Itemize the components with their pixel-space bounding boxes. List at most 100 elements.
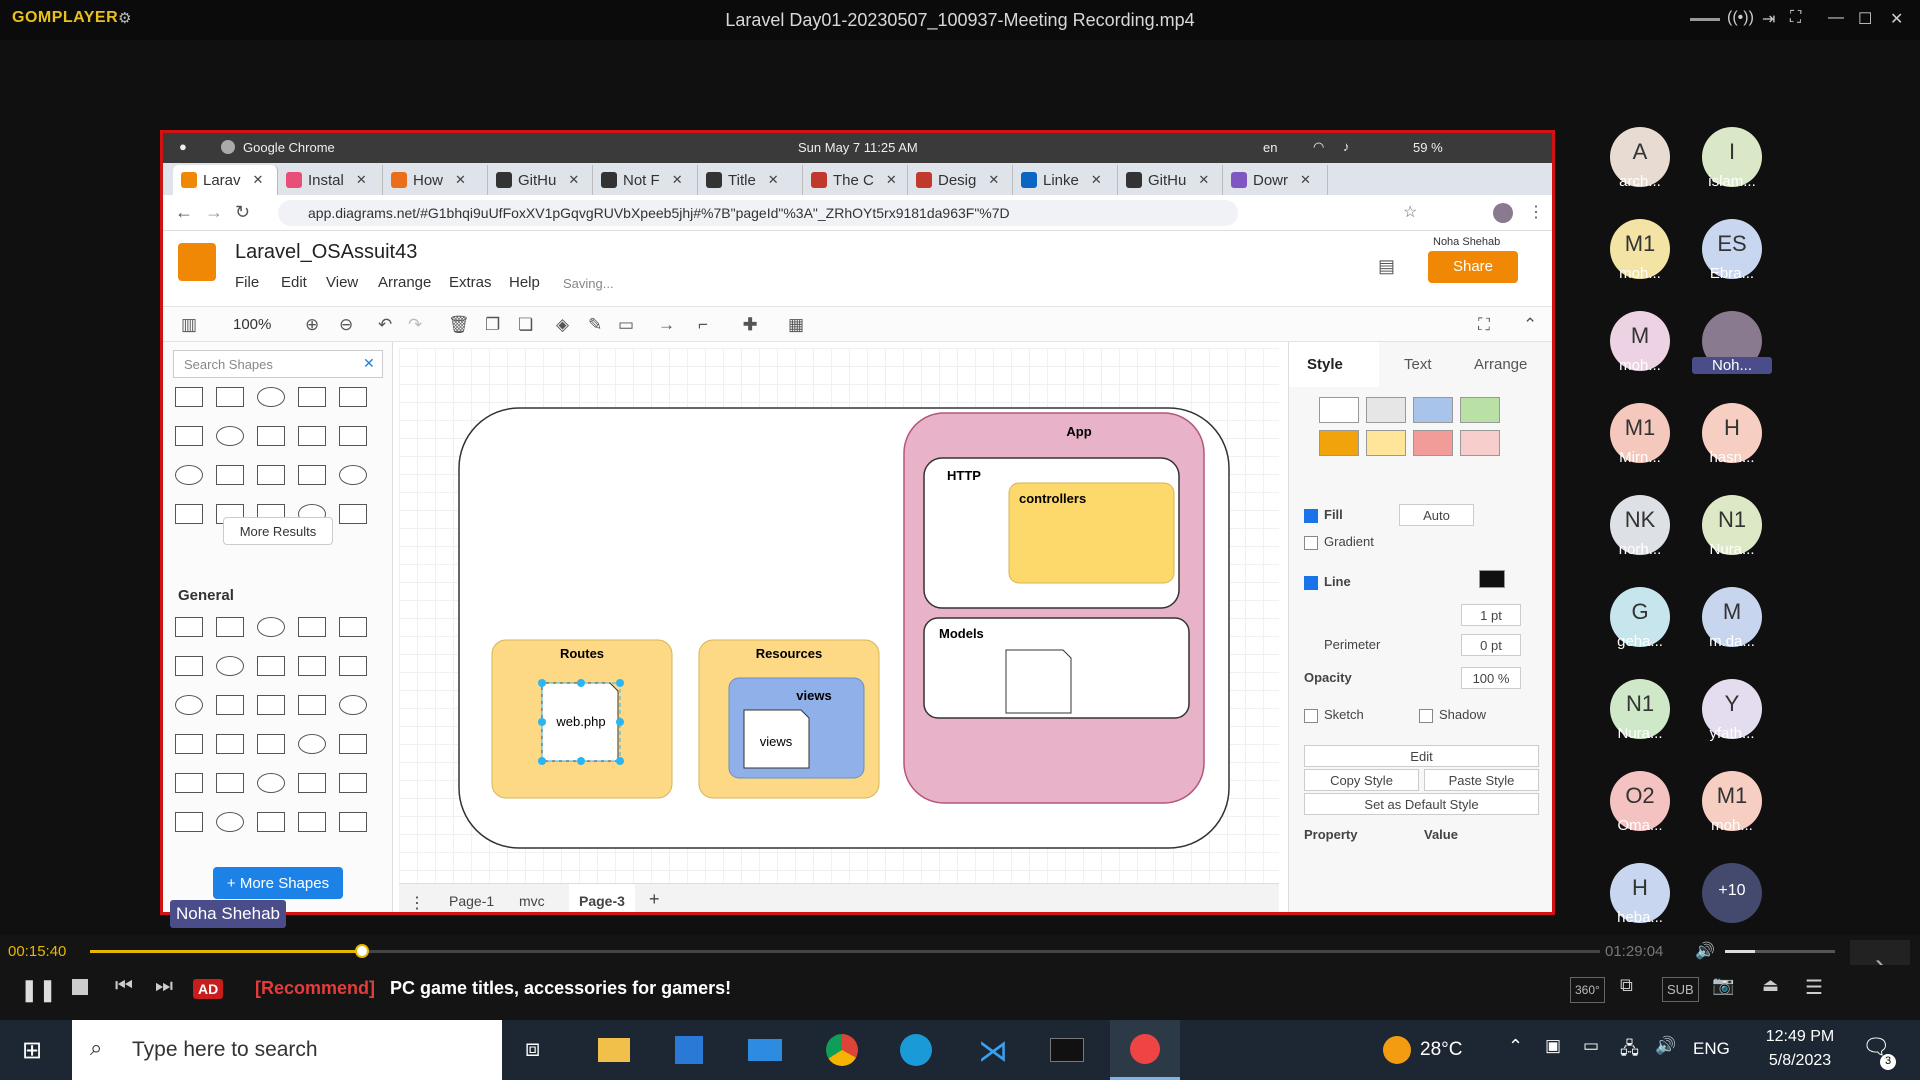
shape-thumbnail[interactable]	[216, 734, 244, 754]
shape-thumbnail[interactable]	[216, 465, 244, 485]
tab-close-icon[interactable]: ✕	[1300, 172, 1311, 188]
style-swatch[interactable]	[1366, 430, 1406, 456]
pip-icon[interactable]: ⇥	[1762, 9, 1775, 29]
equalizer-icon[interactable]: ⧉	[1620, 975, 1633, 996]
page-tab-3[interactable]: Page-3	[569, 884, 635, 912]
url-field[interactable]: app.diagrams.net/#G1bhqi9uUfFoxXV1pGqvgR…	[278, 200, 1238, 226]
user-name[interactable]: Noha Shehab	[1433, 236, 1500, 248]
browser-tab[interactable]: Title ✕	[698, 165, 803, 195]
style-swatch[interactable]	[1413, 397, 1453, 423]
tab-close-icon[interactable]: ✕	[1091, 172, 1102, 188]
shape-thumbnail[interactable]	[175, 426, 203, 446]
insert-icon[interactable]: ✚	[743, 315, 757, 335]
file-explorer-icon[interactable]	[598, 1038, 630, 1062]
shape-thumbnail[interactable]	[216, 387, 244, 407]
subtitle-button[interactable]: SUB	[1662, 977, 1699, 1002]
sketch-row[interactable]: Sketch	[1304, 707, 1364, 723]
share-button[interactable]: Share	[1428, 251, 1518, 283]
close-icon[interactable]: ✕	[1890, 9, 1903, 29]
style-swatch[interactable]	[1460, 430, 1500, 456]
pages-menu-icon[interactable]: ⋮	[409, 893, 425, 912]
line-row[interactable]: Line	[1304, 574, 1351, 590]
page-tab-1[interactable]: Page-1	[449, 893, 494, 909]
redo-icon[interactable]: ↷	[408, 315, 422, 335]
shape-thumbnail[interactable]	[339, 656, 367, 676]
tab-close-icon[interactable]: ✕	[455, 172, 466, 188]
selection-handle[interactable]	[616, 679, 624, 687]
menu-help[interactable]: Help	[509, 274, 540, 291]
shape-thumbnail[interactable]	[257, 426, 285, 446]
tab-arrange[interactable]: Arrange	[1474, 356, 1527, 373]
clear-search-icon[interactable]: ✕	[363, 355, 375, 372]
weather-temp[interactable]: 28°C	[1420, 1039, 1462, 1061]
zoom-out-icon[interactable]: ⊖	[339, 315, 353, 335]
line-color-swatch[interactable]	[1479, 570, 1505, 588]
shape-thumbnail[interactable]	[175, 656, 203, 676]
shape-thumbnail[interactable]	[339, 426, 367, 446]
menu-arrange[interactable]: Arrange	[378, 274, 431, 291]
perimeter-field[interactable]: 0 pt	[1461, 634, 1521, 656]
shadow-icon[interactable]: ▭	[618, 315, 634, 335]
windows-start-icon[interactable]: ⊞	[22, 1036, 42, 1065]
shape-thumbnail[interactable]	[175, 695, 203, 715]
shape-thumbnail[interactable]	[216, 695, 244, 715]
edge-icon[interactable]	[900, 1034, 932, 1066]
shape-thumbnail[interactable]	[175, 617, 203, 637]
more-results-button[interactable]: More Results	[223, 517, 333, 545]
shape-thumbnail[interactable]	[298, 617, 326, 637]
browser-tab[interactable]: GitHu ✕	[1118, 165, 1223, 195]
tab-close-icon[interactable]: ✕	[988, 172, 999, 188]
tab-text[interactable]: Text	[1404, 356, 1432, 373]
tray-apps-icon[interactable]: ▣	[1545, 1036, 1561, 1056]
style-swatch[interactable]	[1460, 397, 1500, 423]
general-section-header[interactable]: General	[178, 587, 234, 604]
audio-icon[interactable]: ((•))	[1727, 9, 1754, 27]
shape-thumbnail[interactable]	[298, 734, 326, 754]
fullscreen-diagram-icon[interactable]: ⛶	[1478, 315, 1490, 335]
reload-icon[interactable]: ↻	[235, 202, 250, 223]
shape-thumbnail[interactable]	[339, 387, 367, 407]
chrome-menu-icon[interactable]: ⋮	[1528, 202, 1544, 222]
fullscreen-icon[interactable]: ⛶	[1790, 9, 1801, 27]
shape-thumbnail[interactable]	[257, 812, 285, 832]
menu-edit[interactable]: Edit	[281, 274, 307, 291]
shape-thumbnail[interactable]	[257, 734, 285, 754]
shape-thumbnail[interactable]	[216, 773, 244, 793]
shape-thumbnail[interactable]	[339, 465, 367, 485]
opacity-field[interactable]: 100 %	[1461, 667, 1521, 689]
shape-thumbnail[interactable]	[298, 695, 326, 715]
shape-thumbnail[interactable]	[216, 656, 244, 676]
zoom-in-icon[interactable]: ⊕	[305, 315, 319, 335]
shape-thumbnail[interactable]	[216, 812, 244, 832]
terminal-icon[interactable]	[1050, 1038, 1084, 1062]
browser-tab[interactable]: Not F ✕	[593, 165, 698, 195]
network-icon[interactable]: 🖧	[1620, 1036, 1639, 1065]
store-icon[interactable]	[675, 1036, 703, 1064]
browser-tab[interactable]: GitHu ✕	[488, 165, 593, 195]
volume-slider[interactable]	[1725, 950, 1835, 953]
browser-tab[interactable]: Instal ✕	[278, 165, 383, 195]
taskbar-search-box[interactable]: ⌕ Type here to search	[72, 1020, 502, 1080]
add-page-icon[interactable]: +	[649, 889, 660, 910]
to-front-icon[interactable]: ❐	[485, 315, 500, 335]
tab-close-icon[interactable]: ✕	[1198, 172, 1209, 188]
undo-icon[interactable]: ↶	[378, 315, 392, 335]
diagram-title[interactable]: Laravel_OSAssuit43	[235, 241, 417, 264]
shape-thumbnail[interactable]	[339, 812, 367, 832]
tab-close-icon[interactable]: ✕	[356, 172, 367, 188]
shape-thumbnail[interactable]	[298, 426, 326, 446]
shape-thumbnail[interactable]	[298, 465, 326, 485]
shape-thumbnail[interactable]	[257, 617, 285, 637]
ad-text[interactable]: PC game titles, accessories for gamers!	[390, 978, 731, 999]
selection-handle[interactable]	[616, 718, 624, 726]
models-document[interactable]	[1005, 649, 1072, 714]
edit-style-select[interactable]: Edit	[1304, 745, 1539, 767]
selection-handle[interactable]	[577, 757, 585, 765]
task-view-icon[interactable]: ⧈	[525, 1035, 540, 1063]
seek-knob[interactable]	[354, 944, 369, 958]
stop-icon[interactable]	[72, 979, 88, 995]
tab-close-icon[interactable]: ✕	[568, 172, 579, 188]
tab-close-icon[interactable]: ✕	[886, 172, 897, 188]
shape-thumbnail[interactable]	[298, 387, 326, 407]
maximize-icon[interactable]: ☐	[1858, 9, 1872, 29]
